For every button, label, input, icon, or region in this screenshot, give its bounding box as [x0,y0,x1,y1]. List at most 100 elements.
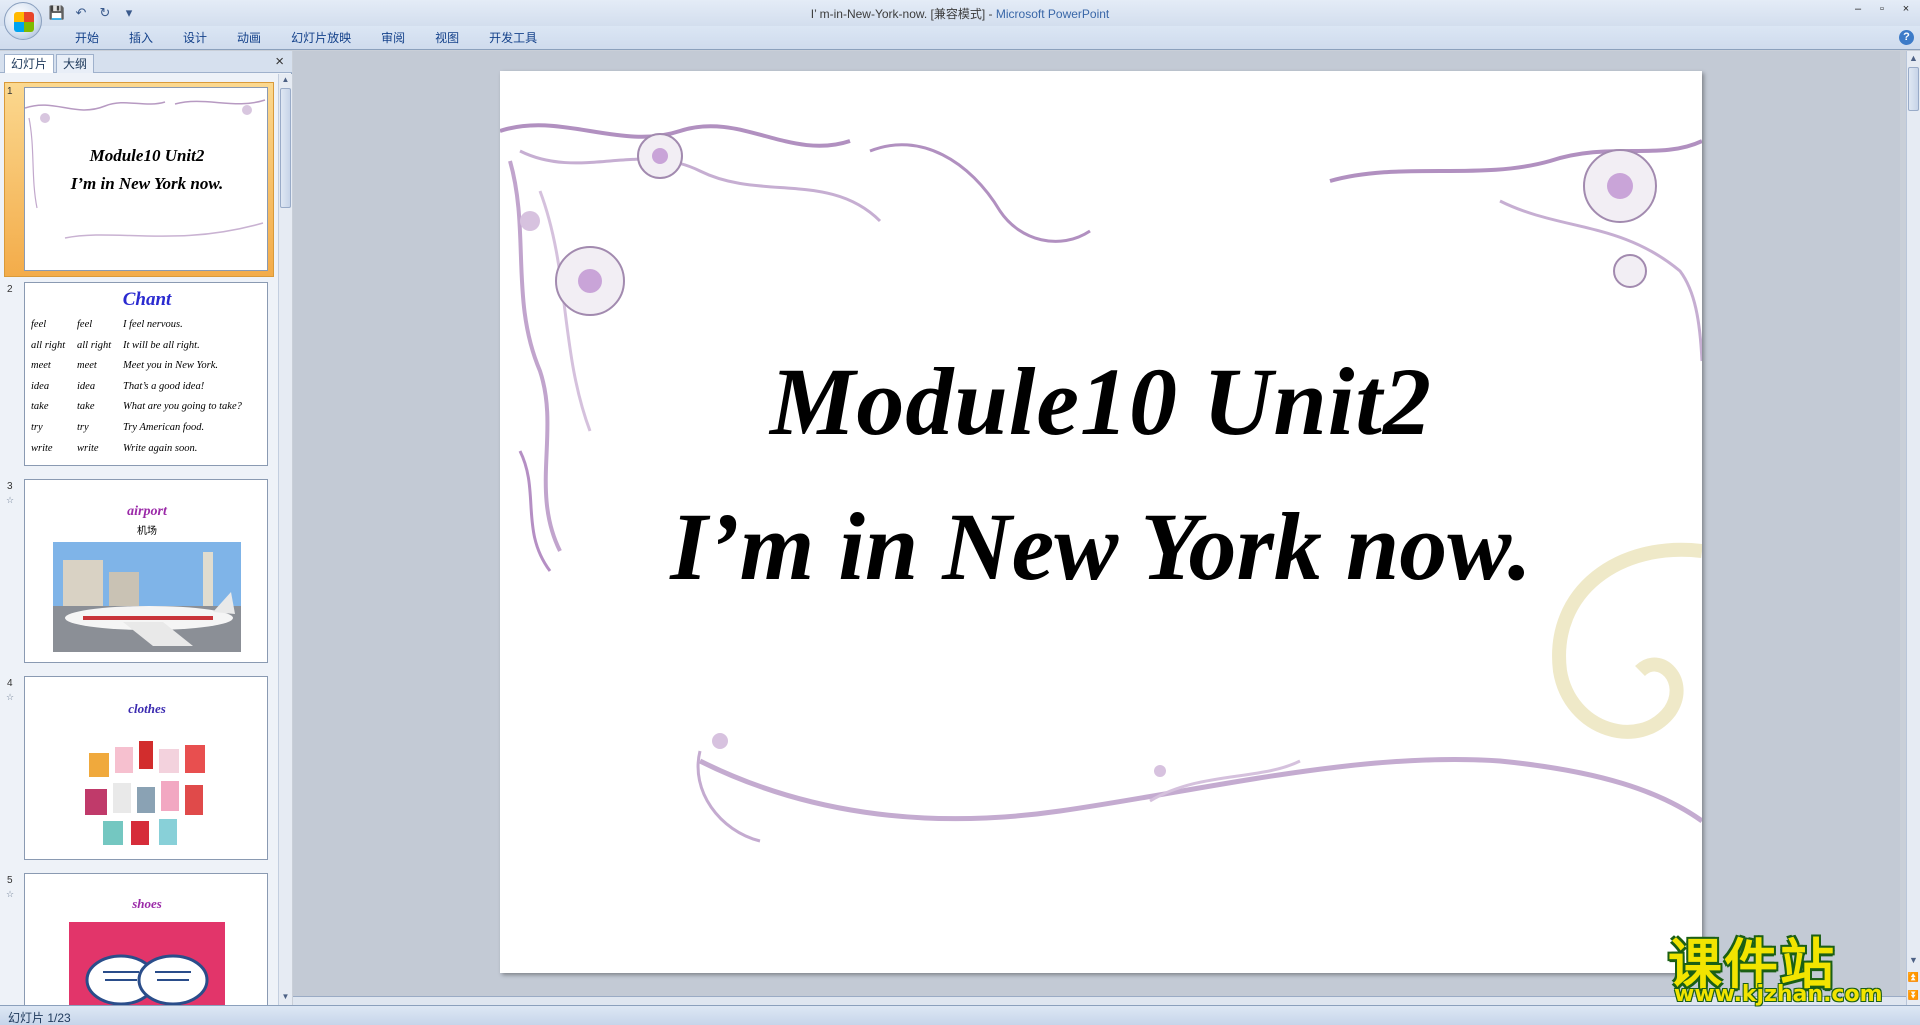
current-slide[interactable]: Module10 Unit2 I’m in New York now. [500,71,1702,973]
watermark-url: www.kjzhan.com [1674,982,1883,1007]
office-button[interactable] [4,2,42,40]
chant-word: feel [77,319,93,330]
slide-preview: airport 机场 [24,479,268,663]
minimize-button[interactable]: – [1850,2,1866,16]
chant-row: all right all right It will be all right. [31,336,267,357]
chant-word: idea [77,380,96,392]
previous-slide-icon[interactable]: ⏫ [1907,972,1920,983]
window-controls: – ▫ × [1850,2,1914,16]
slide-thumbnail-1[interactable]: 1 Module10 Unit2 I’m in New York now. [0,82,278,277]
close-panel-icon[interactable]: × [275,54,284,69]
status-bar: 幻灯片 1/23 [0,1005,1920,1025]
chant-table: feel feel I feel nervous. all right all rig… [31,315,267,459]
clothes-picture-icon [85,741,205,845]
chant-row: write write Write again soon. [31,439,267,460]
chant-row: feel feel I feel nervous. [31,315,267,336]
slide-counter: 幻灯片 1/23 [8,1011,71,1025]
tab-design[interactable]: 设计 [168,30,222,46]
slide-thumbnail-4[interactable]: 4 ☆ clothes [0,674,278,864]
chant-word: all right [31,339,66,351]
slide-preview: clothes [24,676,268,860]
chant-word: idea [31,380,50,392]
animation-star-icon: ☆ [6,495,15,505]
chant-sentence: Meet you in New York. [123,360,218,372]
next-slide-icon[interactable]: ⏬ [1907,990,1920,1001]
vocab-word: airport [127,504,167,519]
title-bar: 💾 ↶ ↻ ▾ I’ m-in-New-York-now. [兼容模式] - M… [0,0,1920,40]
slide-scrollbar[interactable]: ▲ ▼ ⏫ ⏬ [1906,51,1920,1005]
panel-tabs: 幻灯片 大纲 × [0,51,292,73]
tab-developer[interactable]: 开发工具 [474,30,552,46]
scroll-up-arrow-icon[interactable]: ▲ [1907,53,1920,63]
chant-row: take take What are you going to take? [31,397,267,418]
scroll-down-arrow-icon[interactable]: ▼ [1907,955,1920,965]
chant-word: all right [77,339,112,351]
chant-word: write [77,442,99,454]
chant-word: take [77,401,95,413]
app-name: Microsoft PowerPoint [995,7,1110,21]
animation-star-icon: ☆ [6,692,15,702]
chant-sentence: What are you going to take? [123,401,242,413]
vocab-word: shoes [132,896,162,911]
chant-sentence: It will be all right. [123,339,200,351]
chant-sentence: Write again soon. [123,442,198,454]
airport-picture-icon [53,542,241,652]
chant-title: Chant [122,289,172,310]
vocab-word: clothes [128,701,166,716]
help-icon[interactable]: ? [1899,30,1914,45]
window-title: I’ m-in-New-York-now. [兼容模式] - Microsoft… [0,5,1920,22]
tab-insert[interactable]: 插入 [114,30,168,46]
tab-outline[interactable]: 大纲 [56,54,95,73]
slide-title-line1[interactable]: Module10 Unit2 [500,346,1702,457]
slide-thumbnail-list: 1 Module10 Unit2 I’m in New York now. 2 … [0,74,278,1005]
slide-number: 1 [7,86,13,97]
tab-view[interactable]: 视图 [420,30,474,46]
chant-row: try try Try American food. [31,418,267,439]
vocab-chinese: 机场 [137,526,157,537]
tab-slideshow[interactable]: 幻灯片放映 [276,30,366,46]
scroll-up-arrow-icon[interactable]: ▲ [279,75,292,87]
document-title: I’ m-in-New-York-now. [兼容模式] [810,7,986,21]
slides-panel: 幻灯片 大纲 × 1 Module10 Unit2 I’m in New Yor… [0,51,292,1005]
thumb-title-line2: I’m in New York now. [70,174,224,193]
slide-title-line2[interactable]: I’m in New York now. [500,491,1702,602]
animation-star-icon: ☆ [6,889,15,899]
chant-sentence: I feel nervous. [123,319,183,330]
watermark-logo: 课件站 www.kjzhan.com [1668,920,1904,1010]
chant-row: meet meet Meet you in New York. [31,356,267,377]
restore-button[interactable]: ▫ [1874,2,1890,16]
chant-word: try [77,421,89,433]
tab-slides[interactable]: 幻灯片 [4,54,55,73]
chant-word: try [31,421,43,433]
chant-word: meet [31,360,51,372]
tab-animations[interactable]: 动画 [222,30,276,46]
panel-scrollbar[interactable]: ▲ ▼ [278,74,292,1005]
slide-number: 3 [7,481,13,492]
chant-word: meet [77,360,97,372]
slide-thumbnail-3[interactable]: 3 ☆ airport 机场 [0,477,278,667]
chant-row: idea idea That’s a good idea! [31,377,267,398]
tab-review[interactable]: 审阅 [366,30,420,46]
slide-thumbnail-2[interactable]: 2 Chant feel feel I feel nervous. all righ… [0,280,278,470]
scrollbar-thumb[interactable] [280,88,291,208]
scroll-down-arrow-icon[interactable]: ▼ [279,992,292,1004]
slide-number: 2 [7,284,13,295]
slide-number: 5 [7,875,13,886]
notes-pane-divider[interactable] [293,996,1906,1005]
slide-preview: shoes [24,873,268,1005]
close-button[interactable]: × [1898,2,1914,16]
chant-word: write [31,442,53,454]
office-logo-icon [14,12,34,32]
tab-home[interactable]: 开始 [60,30,114,46]
slide-preview: Chant feel feel I feel nervous. all right a… [24,282,268,466]
slide-number: 4 [7,678,13,689]
ribbon-tab-bar: 开始 插入 设计 动画 幻灯片放映 审阅 视图 开发工具 ? [0,26,1920,50]
scrollbar-thumb[interactable] [1908,67,1919,111]
slide-thumbnail-5[interactable]: 5 ☆ shoes [0,871,278,1005]
title-separator: - [985,7,996,21]
slide-preview: Module10 Unit2 I’m in New York now. [24,87,268,271]
shoes-picture-icon [69,922,225,1005]
chant-word: take [31,401,49,413]
chant-sentence: That’s a good idea! [123,380,205,392]
thumb-title-line1: Module10 Unit2 [89,146,205,165]
